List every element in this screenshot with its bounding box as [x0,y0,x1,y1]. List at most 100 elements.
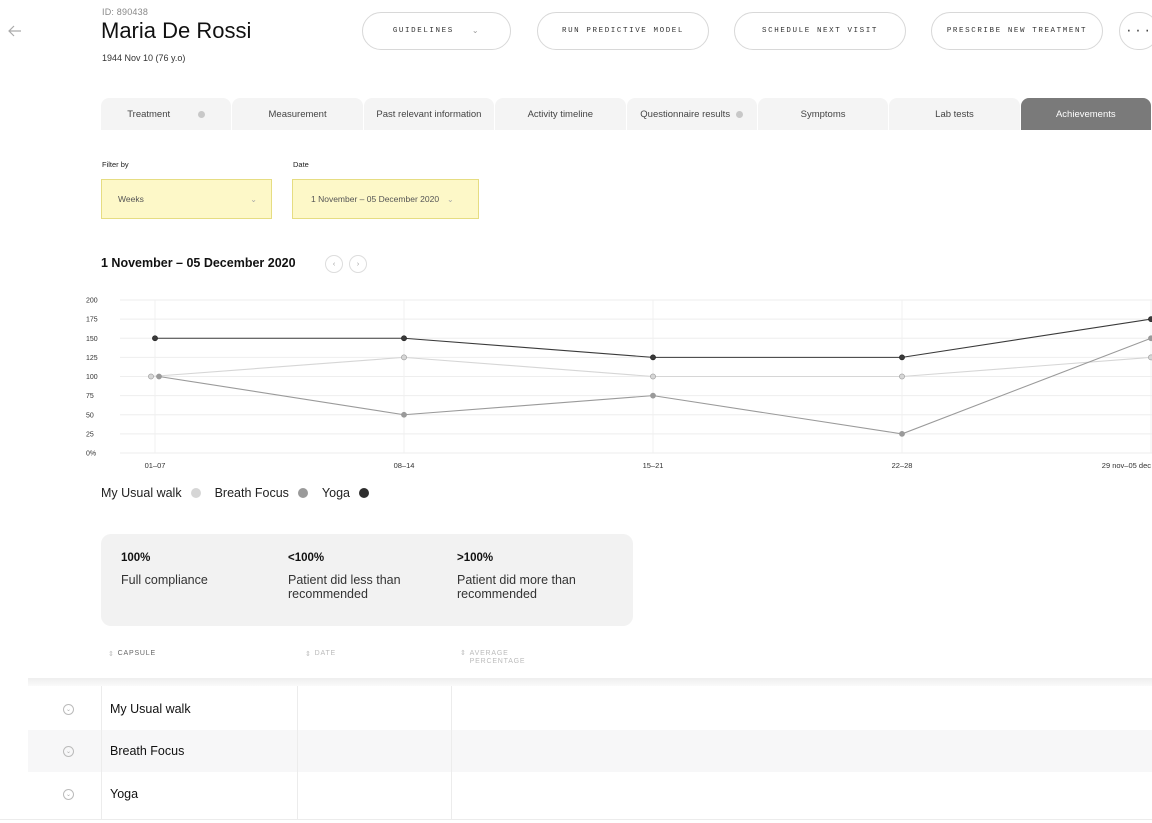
legend-label: Yoga [321,486,350,500]
data-point [1148,335,1152,342]
notification-dot [736,110,744,118]
compliance-legend-card: 100% Full compliance <100% Patient did l… [101,534,633,626]
expand-row-icon[interactable]: ⌄ [63,788,74,800]
sort-icon: ⇕ [460,650,467,657]
x-tick-label: 08–14 [394,461,415,470]
date-range-select[interactable]: 1 November – 05 December 2020 ⌄ [292,179,479,219]
chevron-down-icon: ⌄ [471,27,481,36]
notification-dot [198,110,206,118]
y-tick-label: 200 [86,298,98,305]
legend-swatch [358,488,369,498]
next-range-button[interactable]: › [349,255,367,273]
x-tick-label: 15–21 [643,461,664,470]
data-point [899,430,905,437]
data-point [152,335,158,342]
tab-label: Questionnaire results [640,108,731,120]
compliance-less: <100% Patient did less than recommended [288,552,458,601]
tab-label: Symptoms [800,108,846,120]
column-header-capsule[interactable]: ⇕ CAPSULE [108,650,156,658]
date-range-value: 1 November – 05 December 2020 [311,194,440,204]
y-tick-label: 175 [86,317,98,324]
capsule-name: My Usual walk [110,702,191,716]
column-header-label: AVERAGE PERCENTAGE [469,650,526,665]
compliance-desc: Full compliance [121,573,208,587]
data-point [156,373,162,380]
tab-achievements[interactable]: Achievements [1020,98,1151,130]
table-row[interactable]: ⌄ Breath Focus [28,730,1152,772]
expand-row-icon[interactable]: ⌄ [63,703,74,715]
column-divider [451,686,452,820]
range-title: 1 November – 05 December 2020 [101,256,296,270]
legend-item-my-usual-walk: My Usual walk [101,486,201,500]
patient-name: Maria De Rossi [101,18,252,43]
compliance-full: 100% Full compliance [121,552,291,587]
data-point [1148,316,1152,323]
chevron-left-icon: ‹ [332,260,336,268]
tab-lab-tests[interactable]: Lab tests [889,98,1020,130]
filter-by-label: Filter by [102,160,129,169]
sort-icon: ⇕ [305,651,312,658]
legend-swatch [297,488,308,498]
tab-treatment[interactable]: Treatment [101,98,232,130]
legend-item-yoga: Yoga [322,486,369,500]
back-arrow-icon[interactable] [6,22,24,40]
table-row[interactable]: ⌄ My Usual walk [28,688,1152,730]
compliance-desc: Patient did more than recommended [457,573,576,601]
chart-legend: My Usual walk Breath Focus Yoga [101,486,383,500]
prescribe-new-treatment-button[interactable]: PRESCRIBE NEW TREATMENT [931,12,1103,50]
y-tick-label: 100 [86,374,98,381]
expand-row-icon[interactable]: ⌄ [63,745,74,757]
tab-label: Lab tests [935,108,974,120]
x-tick-label: 29 nov–05 dec [1102,461,1151,470]
table-row[interactable]: ⌄ Yoga [28,773,1152,815]
tab-label: Treatment [127,108,171,120]
patient-id: ID: 890438 [102,7,149,17]
data-point [650,354,656,361]
column-header-date[interactable]: ⇕ DATE [305,650,336,658]
y-tick-label: 0% [86,451,96,458]
column-header-label: DATE [314,650,337,657]
data-point [401,411,407,418]
series-line-breath-focus [158,337,1152,435]
schedule-next-visit-button[interactable]: SCHEDULE NEXT VISIT [734,12,906,50]
data-point [401,354,407,361]
filter-by-select[interactable]: Weeks ⌄ [101,179,272,219]
data-point [650,392,656,399]
column-header-average-percentage[interactable]: ⇕ AVERAGE PERCENTAGE [460,650,530,666]
tab-label: Activity timeline [527,108,594,120]
y-tick-label: 25 [86,431,94,438]
tab-activity-timeline[interactable]: Activity timeline [495,98,626,130]
more-options-button[interactable]: ··· [1119,12,1152,50]
tab-past-relevant-information[interactable]: Past relevant information [363,98,495,130]
data-point [899,373,905,380]
compliance-desc: Patient did less than recommended [288,573,401,601]
tab-measurement[interactable]: Measurement [232,98,363,130]
tab-symptoms[interactable]: Symptoms [757,98,889,130]
chevron-down-icon: ⌄ [250,194,257,204]
guidelines-button[interactable]: GUIDELINES ⌄ [362,12,511,50]
achievements-line-chart: 0% 25 50 75 100 125 150 175 200 01–07 08–14 15–21 22… [86,298,1152,470]
data-point [899,354,905,361]
compliance-pct: 100% [121,552,151,564]
table-bottom-border [0,819,1152,820]
column-divider [297,686,298,820]
data-point [650,373,656,380]
y-tick-label: 150 [86,336,98,343]
tab-questionnaire-results[interactable]: Questionnaire results [626,98,757,130]
x-tick-label: 01–07 [145,461,166,470]
compliance-more: >100% Patient did more than recommended [457,552,627,601]
filter-by-value: Weeks [118,194,144,204]
compliance-pct: <100% [288,552,325,564]
guidelines-label: GUIDELINES [392,27,454,35]
chevron-right-icon: › [356,260,360,268]
column-header-label: CAPSULE [117,650,156,657]
capsule-name: Breath Focus [110,744,185,758]
run-predictive-model-button[interactable]: RUN PREDICTIVE MODEL [537,12,709,50]
date-label: Date [293,160,309,169]
compliance-pct: >100% [457,552,494,564]
previous-range-button[interactable]: ‹ [325,255,343,273]
legend-swatch [190,488,201,498]
legend-label: Breath Focus [214,486,289,500]
y-tick-label: 125 [86,355,98,362]
capsule-name: Yoga [110,787,139,801]
